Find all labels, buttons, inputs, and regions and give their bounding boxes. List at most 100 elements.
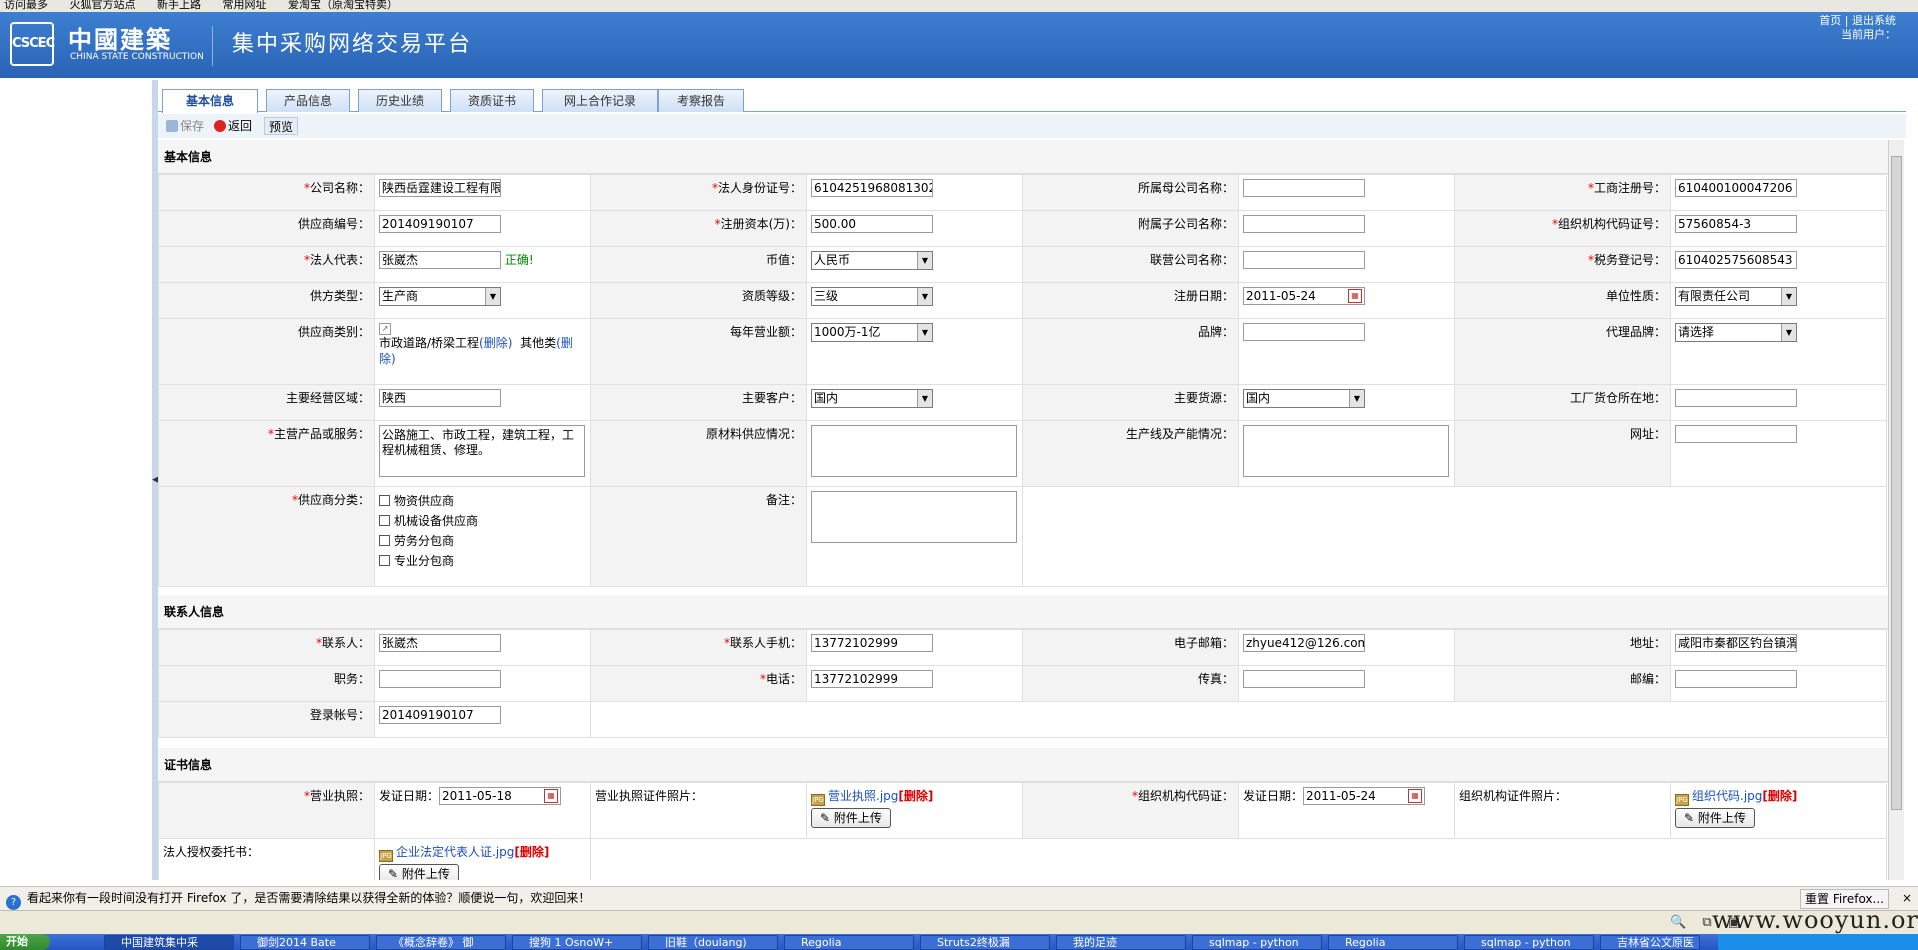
tab-inspection-report[interactable]: 考察报告 [658,89,744,112]
org-date-input[interactable]: 2011-05-24 ▦ [1303,787,1426,805]
phone-input[interactable]: 13772102999 [811,670,933,688]
license-delete-link[interactable]: [删除] [898,789,933,803]
bookmark-item[interactable]: 常用网址 [223,0,267,11]
tab-basic-info[interactable]: 基本信息 [162,89,258,113]
firefox-notification-bar: ? 看起来你有一段时间没有打开 Firefox 了，是否需要清除结果以获得全新的体… [0,886,1918,910]
taskbar-item[interactable]: 吉林省公文原医 [1600,935,1700,950]
job-input[interactable] [379,670,501,688]
bookmark-item[interactable]: 爱淘宝（原淘宝特卖） [288,0,398,11]
bookmark-item[interactable]: 新手上路 [157,0,201,11]
remark-textarea[interactable] [811,491,1017,543]
org-delete-link[interactable]: [删除] [1762,789,1797,803]
taskbar-item[interactable]: sqlmap - python [1464,935,1594,950]
tab-history[interactable]: 历史业绩 [358,89,442,112]
raw-material-textarea[interactable] [811,425,1017,477]
bookmark-item[interactable]: 火狐官方站点 [70,0,136,11]
org-file-link[interactable]: 组织代码.jpg [1692,789,1762,803]
reg-no-input[interactable]: 610400100047206 [1675,179,1797,197]
main-product-textarea[interactable]: 公路施工、市政工程，建筑工程，工程机械租赁、修理。 [379,425,585,477]
taskbar-item[interactable]: 中国建筑集中采 [104,935,234,950]
company-name-input[interactable]: 陕西岳霆建设工程有限 [379,179,501,197]
tab-online-cooperation[interactable]: 网上合作记录 [542,89,658,112]
taskbar-item[interactable]: 我的足迹 [1056,935,1186,950]
tab-certificates[interactable]: 资质证书 [450,89,534,112]
tax-no-input[interactable]: 610402575608543 [1675,251,1797,269]
legal-id-input[interactable]: 610425196808130291 [811,179,933,197]
tab-product-info[interactable]: 产品信息 [266,89,350,112]
email-input[interactable]: zhyue412@126.com [1243,634,1365,652]
supplier-no-input[interactable]: 201409190107 [379,215,501,233]
jv-company-input[interactable] [1243,251,1365,269]
legal-rep-input[interactable]: 张崴杰 [379,251,501,269]
address-input[interactable]: 咸阳市秦都区钓台镇渭 [1675,634,1797,652]
add-category-icon[interactable]: ↗ [379,323,391,335]
cell-warehouse [1670,384,1887,421]
cell-legal-id: 610425196808130291 [806,174,1023,211]
section-cert-info: 证书信息 [158,748,1888,782]
checkbox-specialty-subcontractor[interactable]: 专业分包商 [379,551,586,571]
taskbar-item[interactable]: Struts2终极漏 [920,935,1050,950]
cell-phone: 13772102999 [806,665,1023,702]
label-website: 网址： [1454,420,1671,487]
home-link[interactable]: 首页 [1819,14,1841,27]
label-main-product: *主营产品或服务： [158,420,375,487]
cell-customer: 国内 [806,384,1023,421]
reg-date-input[interactable]: 2011-05-24 ▦ [1243,287,1365,305]
org-code-input[interactable]: 57560854-3 [1675,215,1797,233]
parent-company-input[interactable] [1243,179,1365,197]
taskbar-item[interactable]: 搜狗 1 OsnoW+ [512,935,642,950]
website-input[interactable] [1675,425,1797,443]
source-select[interactable]: 国内 [1243,389,1365,408]
save-button[interactable]: 保存 [162,117,208,135]
scrollbar-thumb[interactable] [1891,156,1902,810]
currency-select[interactable]: 人民币 [811,251,933,270]
zip-input[interactable] [1675,670,1797,688]
logout-link[interactable]: 退出系统 [1852,14,1896,27]
calendar-icon[interactable]: ▦ [1348,289,1362,303]
back-button[interactable]: 返回 [210,117,256,135]
taskbar-item[interactable]: 旧鞋（doulang) [648,935,778,950]
capacity-textarea[interactable] [1243,425,1449,477]
taskbar-item[interactable]: 御剑2014 Bate [240,935,370,950]
org-upload-button[interactable]: ✎ 附件上传 [1675,808,1755,828]
region-input[interactable]: 陕西 [379,389,501,407]
contact-mobile-input[interactable]: 13772102999 [811,634,933,652]
taskbar-item[interactable]: 《概念辞卷》 御 [376,935,506,950]
customer-select[interactable]: 国内 [811,389,933,408]
sub-company-input[interactable] [1243,215,1365,233]
preview-button[interactable]: 预览 [264,117,299,135]
agent-brand-select[interactable]: 请选择 [1675,323,1797,342]
unit-type-select[interactable]: 有限责任公司 [1675,287,1797,306]
supply-type-select[interactable]: 生产商 [379,287,501,306]
start-button[interactable]: 开始 [0,934,50,950]
category-delete-link[interactable]: (删除) [479,336,512,350]
vertical-scrollbar[interactable] [1888,140,1904,880]
account-input[interactable]: 201409190107 [379,706,501,724]
brand-input[interactable] [1243,323,1365,341]
label-license-photo: 营业执照证件照片： [590,782,807,839]
fax-input[interactable] [1243,670,1365,688]
main-content: 基本信息 产品信息 历史业绩 资质证书 网上合作记录 考察报告 保存 返回 预览… [158,80,1906,880]
calendar-icon[interactable]: ▦ [1408,789,1423,803]
license-date-input[interactable]: 2011-05-18 ▦ [439,787,562,805]
grade-select[interactable]: 三级 [811,287,933,306]
auth-upload-button[interactable]: ✎ 附件上传 [379,864,459,880]
checkbox-labor-subcontractor[interactable]: 劳务分包商 [379,531,586,551]
license-file-link[interactable]: 营业执照.jpg [828,789,898,803]
calendar-icon[interactable]: ▦ [544,789,559,803]
category-item: 市政道路/桥梁工程 [379,336,480,350]
auth-delete-link[interactable]: [删除] [514,845,549,859]
taskbar-item[interactable]: sqlmap - python [1192,935,1322,950]
taskbar-item[interactable]: Regolia [1328,935,1458,950]
taskbar-item[interactable]: Regolia [784,935,914,950]
revenue-select[interactable]: 1000万-1亿 [811,323,933,342]
issue-date-label: 发证日期： [1243,789,1304,803]
checkbox-material-supplier[interactable]: 物资供应商 [379,491,586,511]
license-upload-button[interactable]: ✎ 附件上传 [811,808,891,828]
contact-name-input[interactable]: 张崴杰 [379,634,501,652]
warehouse-input[interactable] [1675,389,1797,407]
checkbox-equipment-supplier[interactable]: 机械设备供应商 [379,511,586,531]
capital-input[interactable]: 500.00 [811,215,933,233]
bookmark-item[interactable]: 访问最多 [4,0,48,11]
auth-file-link[interactable]: 企业法定代表人证.jpg [396,845,514,859]
